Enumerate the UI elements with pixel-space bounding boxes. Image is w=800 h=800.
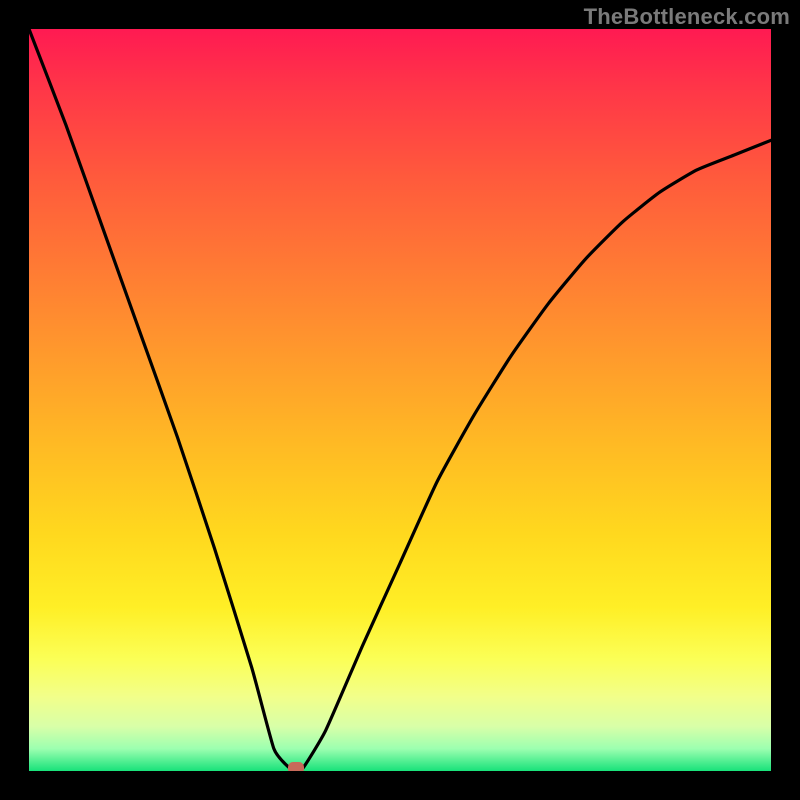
watermark-text: TheBottleneck.com <box>584 4 790 30</box>
bottleneck-curve <box>29 29 771 771</box>
optimal-point-marker <box>288 762 304 771</box>
chart-frame: TheBottleneck.com <box>0 0 800 800</box>
plot-area <box>29 29 771 771</box>
